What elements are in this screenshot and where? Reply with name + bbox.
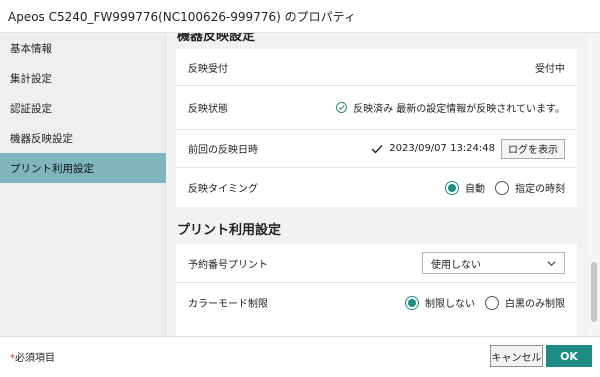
sidebar-item-authentication[interactable]: 認証設定 — [0, 93, 166, 123]
color-mono-only-label[interactable]: 白黒のみ制限 — [505, 295, 565, 310]
check-icon — [371, 144, 383, 154]
row-reserved-number-print: 予約番号プリント 使用しない — [176, 244, 577, 282]
reserved-number-print-label: 予約番号プリント — [188, 259, 268, 271]
timing-auto-radio[interactable] — [445, 180, 459, 195]
ok-button[interactable]: OK — [546, 345, 592, 367]
timing-scheduled-radio[interactable] — [495, 180, 509, 195]
show-log-button[interactable]: ログを表示 — [501, 138, 565, 159]
color-mode-limit-label: カラーモード制限 — [188, 299, 268, 310]
sidebar-item-aggregation[interactable]: 集計設定 — [0, 63, 166, 93]
row-reflect-status: 反映状態 反映済み 最新の設定情報が反映されています。 — [176, 85, 577, 129]
color-no-limit-label[interactable]: 制限しない — [425, 295, 475, 310]
row-reflect-reception: 反映受付 受付中 — [176, 49, 577, 85]
timing-auto-label[interactable]: 自動 — [465, 180, 485, 195]
dialog-footer: *必須項目 キャンセル OK — [0, 336, 600, 377]
check-circle-icon — [336, 102, 348, 113]
row-reflect-timing: 反映タイミング 自動 指定の時刻 — [176, 167, 577, 207]
scrollbar-thumb[interactable] — [591, 262, 597, 322]
reflect-reception-value: 受付中 — [535, 63, 565, 75]
reserved-number-print-select[interactable]: 使用しない — [422, 252, 565, 274]
section-heading-device-reflect: 機器反映設定 — [177, 33, 256, 44]
cancel-button[interactable]: キャンセル — [490, 345, 543, 367]
reserved-number-print-selected: 使用しない — [431, 259, 481, 271]
last-reflect-date-value: 2023/09/07 13:24:48 — [389, 143, 495, 154]
print-usage-card: 予約番号プリント 使用しない カラーモード制限 制限しない 白黒のみ制限 — [176, 244, 577, 336]
reflect-timing-label: 反映タイミング — [188, 184, 258, 195]
reflect-status-label: 反映状態 — [188, 104, 228, 115]
required-label: 必須項目 — [15, 353, 55, 364]
section-heading-print-usage: プリント利用設定 — [177, 223, 282, 238]
required-note: *必須項目 — [10, 349, 55, 364]
settings-content: 機器反映設定 反映受付 受付中 反映状態 反映済み 最新の設定情報が反映されてい… — [166, 33, 588, 336]
window-title: Apeos C5240_FW999776(NC100626-999776) のプ… — [0, 0, 600, 33]
sidebar: 基本情報 集計設定 認証設定 機器反映設定 プリント利用設定 — [0, 33, 166, 336]
color-mono-only-radio[interactable] — [485, 295, 499, 310]
reflect-reception-label: 反映受付 — [188, 63, 228, 75]
sidebar-item-basic-info[interactable]: 基本情報 — [0, 33, 166, 63]
chevron-down-icon — [547, 261, 556, 267]
reflect-status-value: 反映済み 最新の設定情報が反映されています。 — [353, 104, 565, 115]
device-reflect-card: 反映受付 受付中 反映状態 反映済み 最新の設定情報が反映されています。 前回の… — [176, 49, 577, 207]
sidebar-item-device-reflect[interactable]: 機器反映設定 — [0, 123, 166, 153]
color-no-limit-radio[interactable] — [405, 295, 419, 310]
last-reflect-date-label: 前回の反映日時 — [188, 145, 258, 156]
sidebar-item-print-usage[interactable]: プリント利用設定 — [0, 153, 166, 183]
row-color-mode-limit: カラーモード制限 制限しない 白黒のみ制限 — [176, 282, 577, 322]
timing-scheduled-label[interactable]: 指定の時刻 — [515, 180, 565, 195]
row-last-reflect-date: 前回の反映日時 2023/09/07 13:24:48 ログを表示 — [176, 129, 577, 167]
